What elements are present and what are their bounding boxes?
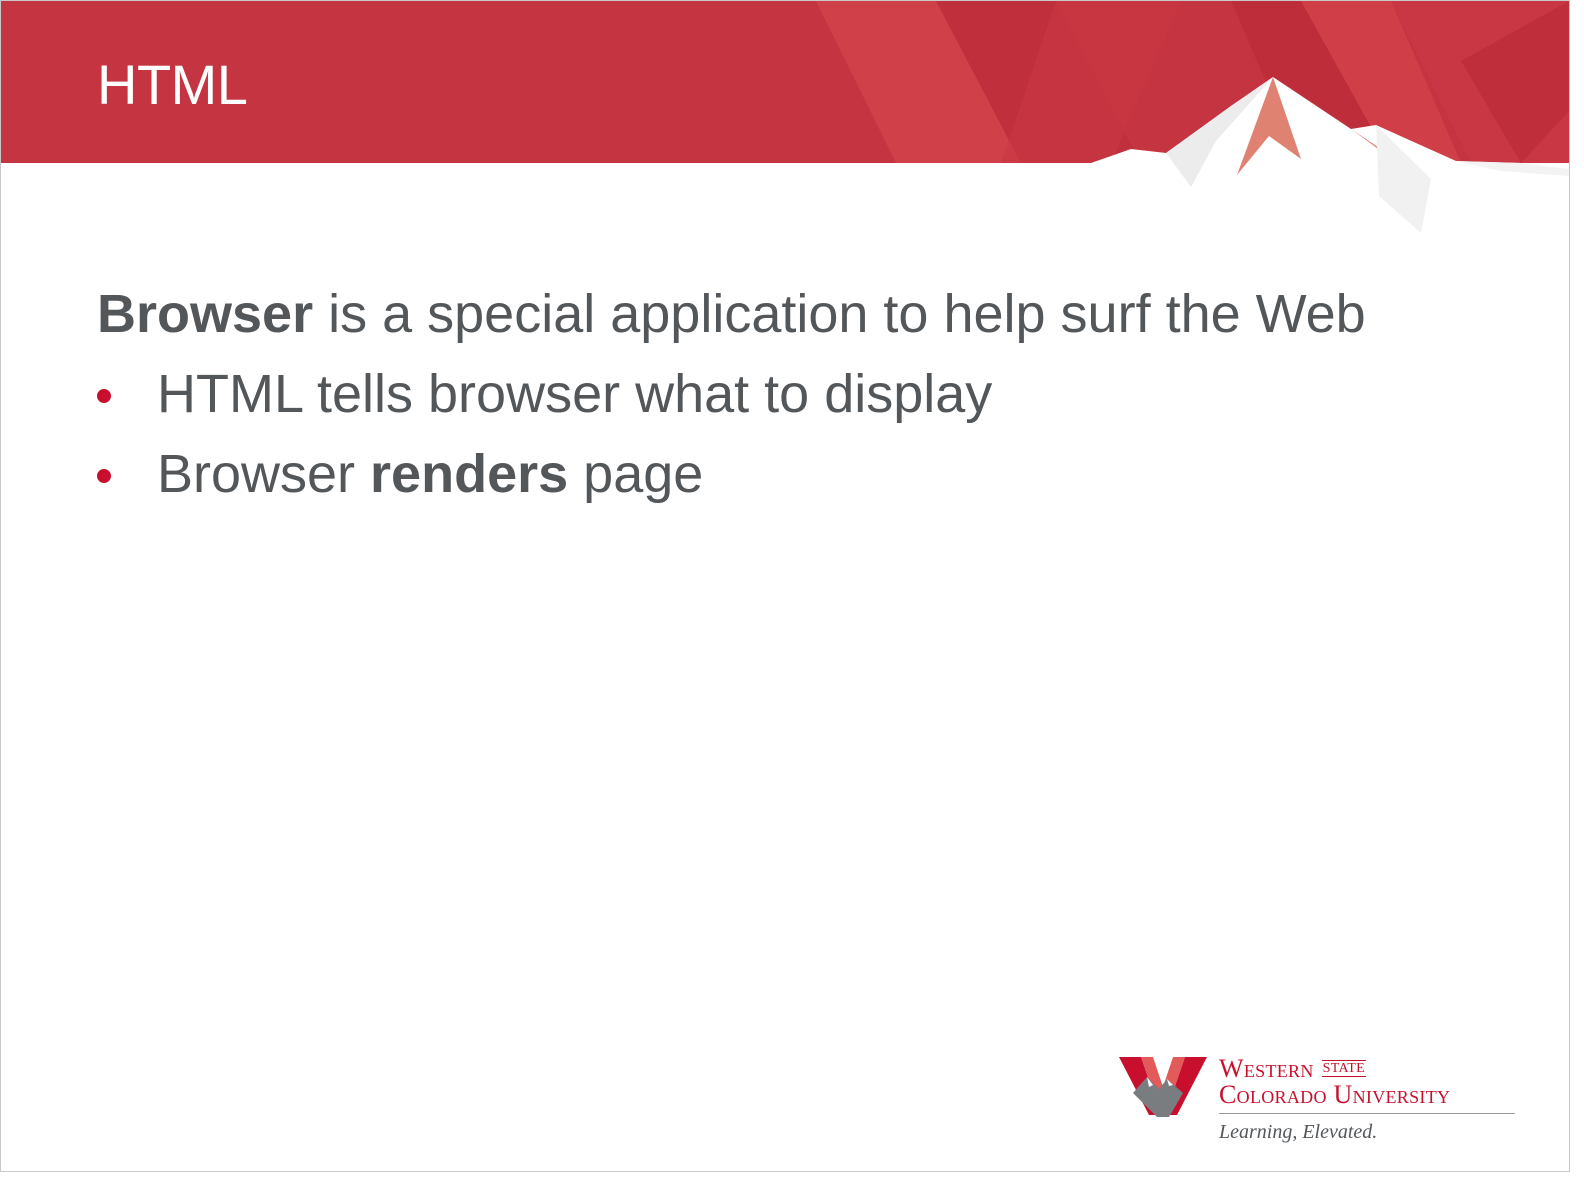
bullet-text: HTML tells browser what to display [157,364,993,424]
bullet-icon [97,469,111,483]
slide-body: Browser is a special application to help… [97,281,1517,521]
university-w-logo-icon [1119,1057,1207,1117]
bullet-icon [97,389,111,403]
lead-text: is a special application to help surf th… [313,284,1366,344]
bullet-bold-term: renders [370,444,569,504]
logo-western-word: Western [1219,1054,1314,1083]
bullet-item: HTML tells browser what to display [97,361,1517,427]
bullet-text-post: page [568,444,704,504]
bullet-item: Browser renders page [97,441,1517,507]
lead-paragraph: Browser is a special application to help… [97,281,1517,347]
logo-state-text: STATE [1321,1060,1367,1077]
slide-title: HTML [97,53,248,116]
bullet-list: HTML tells browser what to display Brows… [97,361,1517,507]
slide: HTML Browser is a special application to… [0,0,1570,1172]
bullet-text-pre: Browser [157,444,371,504]
university-logo: Western STATE Colorado University Learnin… [1119,1051,1539,1151]
banner-mountain-art [1,1,1569,241]
logo-divider [1219,1113,1515,1114]
logo-western-text: Western STATE [1219,1054,1367,1083]
lead-bold-term: Browser [97,284,314,344]
logo-tagline: Learning, Elevated. [1219,1121,1378,1143]
logo-university-text: Colorado University [1219,1080,1451,1109]
